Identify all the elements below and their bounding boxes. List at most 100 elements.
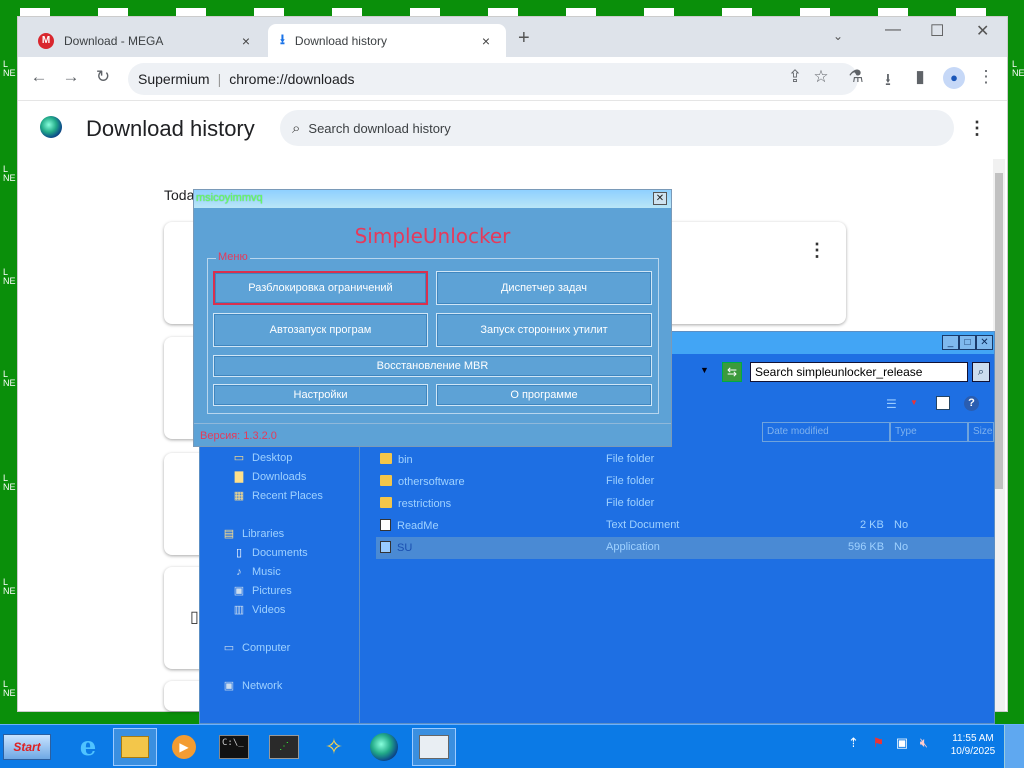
tab-download-history[interactable]: ⭳ Download history × <box>268 24 506 57</box>
desktop-icon-label[interactable]: L NE <box>3 474 17 492</box>
file-type: File folder <box>606 497 655 509</box>
search-icon[interactable]: ⌕ <box>972 362 990 382</box>
desktop-icon-label[interactable]: L NE <box>1012 60 1024 78</box>
explorer-search-input[interactable]: Search simpleunlocker_release <box>750 362 968 382</box>
menu-kebab-icon[interactable]: ⋮ <box>975 67 997 87</box>
nav-item-computer[interactable]: ▭ Computer <box>222 642 291 654</box>
network-tray-icon[interactable]: ▣ <box>896 735 908 750</box>
column-header-date[interactable]: Date modified <box>762 422 890 442</box>
address-dropdown-icon[interactable]: ▼ <box>700 365 709 375</box>
autorun-button[interactable]: Автозапуск програм <box>213 313 428 347</box>
nav-item-documents[interactable]: ▯ Documents <box>232 547 308 559</box>
folder-icon <box>380 453 392 464</box>
mbr-restore-button[interactable]: Восстановление MBR <box>213 355 652 377</box>
minimize-button[interactable]: _ <box>942 335 959 350</box>
refresh-icon[interactable]: ⇆ <box>722 362 742 382</box>
nav-item-music[interactable]: ♪ Music <box>232 566 280 578</box>
system-clock[interactable]: 11:55 AM 10/9/2025 <box>948 732 998 758</box>
maximize-button[interactable]: ☐ <box>930 21 944 41</box>
tab-mega[interactable]: M Download - MEGA × <box>26 24 266 57</box>
reload-icon[interactable]: ↻ <box>92 67 114 87</box>
downloads-folder-icon: ▇ <box>234 471 244 483</box>
magic-wand-icon[interactable]: ✧ <box>312 728 356 766</box>
help-icon[interactable]: ? <box>964 396 979 411</box>
desktop-icon-label[interactable]: L NE <box>3 165 17 183</box>
view-dropdown-icon[interactable]: ▼ <box>910 398 918 407</box>
start-button[interactable]: Start <box>3 734 51 760</box>
nav-label: Pictures <box>252 585 292 597</box>
address-bar[interactable]: Supermium | chrome://downloads <box>128 63 858 95</box>
nav-item-pictures[interactable]: ▣ Pictures <box>232 585 292 597</box>
internet-explorer-icon[interactable]: e <box>66 728 110 766</box>
nav-item-desktop[interactable]: ▭ Desktop <box>232 452 293 464</box>
volume-muted-icon[interactable]: 🔇︎ <box>920 735 928 750</box>
bookmark-star-icon[interactable]: ☆ <box>810 67 832 87</box>
nav-item-network[interactable]: ▣ Network <box>222 680 283 692</box>
side-panel-icon[interactable]: ▮ <box>909 67 931 87</box>
file-row[interactable]: ReadMe Text Document 2 KB No <box>376 515 994 537</box>
simpleunlocker-task-icon[interactable] <box>412 728 456 766</box>
action-center-flag-icon[interactable]: ⚑ <box>873 735 885 750</box>
close-button[interactable]: ✕ <box>976 21 989 41</box>
file-row[interactable]: restrictions File folder <box>376 493 994 515</box>
nav-label: Computer <box>242 642 291 654</box>
tab-search-chevron-icon[interactable]: ⌄ <box>833 29 843 43</box>
nav-item-recent-places[interactable]: ▦ Recent Places <box>232 490 323 502</box>
file-row[interactable]: bin File folder <box>376 449 994 471</box>
nav-item-downloads[interactable]: ▇ Downloads <box>232 471 307 483</box>
forward-icon[interactable]: → <box>60 67 82 87</box>
file-name: othersoftware <box>380 475 465 488</box>
nav-item-videos[interactable]: ▥ Videos <box>232 604 286 616</box>
desktop-icon-label[interactable]: L NE <box>3 680 17 698</box>
new-tab-button[interactable]: + <box>518 27 530 50</box>
desktop-icon-label[interactable]: L NE <box>3 268 17 286</box>
about-button[interactable]: О программе <box>436 384 652 406</box>
browser-toolbar: ← → ↻ Supermium | chrome://downloads ⇪ ☆… <box>18 57 1007 101</box>
pictures-icon: ▣ <box>233 585 245 597</box>
search-downloads-input[interactable]: ⌕ Search download history <box>280 110 954 146</box>
third-party-utilities-button[interactable]: Запуск сторонних утилит <box>436 313 652 347</box>
back-icon[interactable]: ← <box>28 67 50 87</box>
file-row-selected[interactable]: SU Application 596 KB No <box>376 537 994 559</box>
file-type: Application <box>606 541 660 553</box>
preview-pane-icon[interactable] <box>936 396 950 410</box>
unlock-restrictions-button[interactable]: Разблокировка ограничений <box>213 271 428 305</box>
maximize-button[interactable]: □ <box>959 335 976 350</box>
folder-icon <box>380 475 392 486</box>
column-header-size[interactable]: Size <box>968 422 994 442</box>
desktop-icon-label[interactable]: L NE <box>3 60 17 78</box>
column-header-type[interactable]: Type <box>890 422 968 442</box>
tab-close-icon[interactable]: × <box>478 33 494 49</box>
tray-overflow-icon[interactable]: ⇡ <box>848 735 859 750</box>
card-menu-kebab-icon[interactable]: ⋮ <box>808 240 826 261</box>
file-size: 596 KB <box>848 541 885 553</box>
nav-item-libraries[interactable]: ▤ Libraries <box>222 528 284 540</box>
settings-button[interactable]: Настройки <box>213 384 428 406</box>
task-manager-button[interactable]: Диспетчер задач <box>436 271 652 305</box>
desktop-icon-label[interactable]: L NE <box>3 370 17 388</box>
downloads-menu-kebab-icon[interactable]: ⋮ <box>968 118 986 139</box>
downloads-icon[interactable]: ⭳ <box>877 67 899 96</box>
close-button[interactable]: ✕ <box>653 192 667 205</box>
file-explorer-icon[interactable] <box>113 728 157 766</box>
share-icon[interactable]: ⇪ <box>784 67 806 87</box>
nav-label: Libraries <box>242 528 285 540</box>
scrollbar-thumb[interactable] <box>995 173 1003 489</box>
close-button[interactable]: ✕ <box>976 335 993 350</box>
tab-close-icon[interactable]: × <box>238 33 254 49</box>
app-title: SimpleUnlocker <box>354 224 511 248</box>
media-player-icon[interactable]: ▶ <box>162 728 206 766</box>
view-options-icon[interactable]: ☰ <box>886 397 897 411</box>
task-manager-icon[interactable]: ⋰ <box>262 728 306 766</box>
labs-flask-icon[interactable]: ⚗ <box>845 67 867 87</box>
command-prompt-icon[interactable]: C:\_ <box>212 728 256 766</box>
nav-label: Recent Places <box>252 490 323 502</box>
file-row[interactable]: othersoftware File folder <box>376 471 994 493</box>
profile-avatar-icon[interactable]: ● <box>943 67 965 89</box>
supermium-browser-icon[interactable] <box>362 728 406 766</box>
desktop-icon-label[interactable]: L NE <box>3 578 17 596</box>
minimize-button[interactable]: — <box>885 21 901 39</box>
url-text: chrome://downloads <box>229 71 355 87</box>
file-type: File folder <box>606 475 655 487</box>
show-desktop-button[interactable] <box>1004 725 1024 768</box>
